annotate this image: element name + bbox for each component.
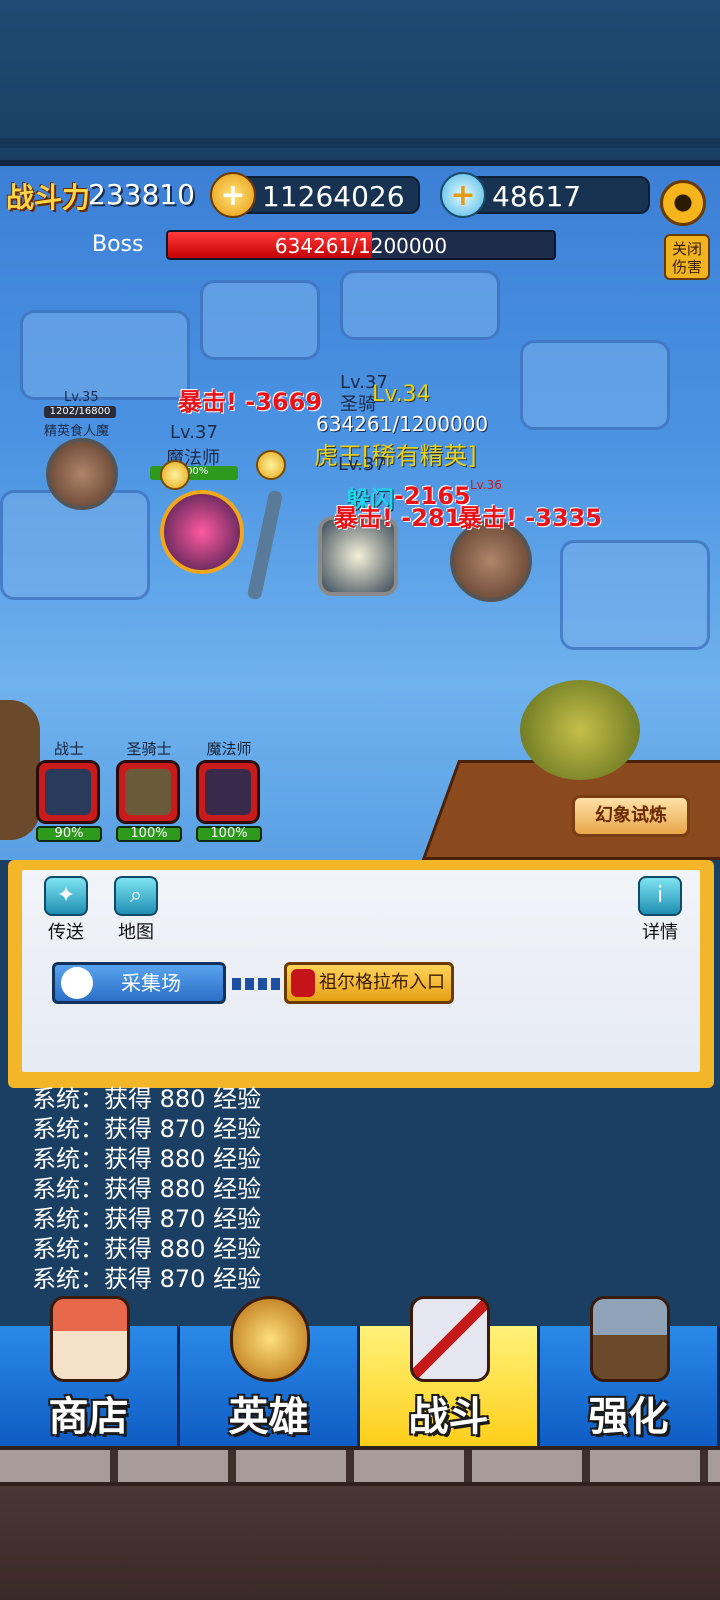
system-log: 系统：获得 880 经验 系统：获得 870 经验 系统：获得 880 经验 系…: [32, 1084, 432, 1294]
nav-upgrade[interactable]: 强化: [540, 1296, 720, 1446]
hero-hp: 90%: [36, 826, 102, 842]
current-location-node[interactable]: 采集场: [52, 962, 226, 1004]
crossed-swords-icon: [410, 1296, 490, 1382]
coin-icon: [160, 460, 190, 490]
boss-unit-hp: 634261/1200000: [316, 412, 489, 436]
demon-skull-icon: [291, 969, 315, 997]
boss-hp-text: 634261/1200000: [274, 234, 448, 258]
floor-tile: [520, 340, 670, 430]
info-icon: i: [638, 876, 682, 916]
floor-tile: [560, 540, 710, 650]
next-location-node[interactable]: 祖尔格拉布入口: [284, 962, 454, 1004]
nav-hero[interactable]: 英雄: [180, 1296, 360, 1446]
map-area: ✦ 传送 ⌕ 地图 i 详情 采集场 祖尔格拉布入口: [22, 870, 700, 1072]
mage-level: Lv.37: [170, 422, 218, 443]
hero-hp: 100%: [196, 826, 262, 842]
map-label: 地图: [118, 922, 154, 943]
hero-slot-mage[interactable]: 魔法师 100%: [196, 738, 262, 842]
enemy-left-hp: 1202/16800: [44, 406, 116, 418]
magnifier-icon: ⌕: [114, 876, 158, 916]
top-banner: [0, 0, 720, 160]
damage-text: 暴击! -3669: [178, 388, 323, 416]
damage-toggle-button[interactable]: 关闭伤害: [664, 234, 710, 280]
stone-border: [0, 1446, 720, 1486]
details-label: 详情: [642, 922, 678, 943]
shop-icon: [50, 1296, 130, 1382]
gem-value: 48617: [492, 180, 582, 213]
gem-plus-icon[interactable]: +: [440, 172, 486, 218]
gold-plus-icon[interactable]: +: [210, 172, 256, 218]
staff-icon: [246, 489, 284, 601]
hero-hp: 100%: [116, 826, 182, 842]
current-location-label: 采集场: [121, 971, 181, 995]
nav-label: 强化: [588, 1393, 669, 1440]
damage-text: 暴击! -3335: [458, 504, 603, 532]
enemy-left-level: Lv.35: [64, 390, 99, 405]
hero-name: 战士: [53, 740, 84, 758]
boss-hp-bar: 634261/1200000: [166, 230, 556, 260]
teleport-label: 传送: [48, 922, 84, 943]
floor-tile: [200, 280, 320, 360]
power-value: 233810: [88, 178, 195, 211]
enemy-left-name: 精英食人魔: [44, 424, 110, 439]
illusion-trial-button[interactable]: 幻象试炼: [572, 795, 690, 837]
gear-icon[interactable]: [660, 180, 706, 226]
gem-counter[interactable]: + 48617: [440, 172, 650, 218]
cactus-bush: [520, 680, 640, 780]
floor-tile: [20, 310, 190, 400]
rock-edge: [0, 700, 40, 840]
map-button[interactable]: ⌕ 地图: [110, 876, 162, 944]
mage-unit[interactable]: [160, 490, 244, 574]
hero-name: 圣骑士: [126, 740, 172, 758]
damage-text: 暴击! -281: [334, 504, 462, 532]
nav-label: 英雄: [228, 1393, 309, 1440]
boss-unit-level: Lv.34: [372, 382, 431, 407]
nav-battle[interactable]: 战斗: [360, 1296, 540, 1446]
battle-scene: 战斗力 233810 + 11264026 + 48617 Boss 63426…: [0, 160, 720, 860]
damage-toggle-label: 关闭伤害: [671, 240, 702, 276]
battle-frame-top: [0, 160, 720, 166]
hero-name: 魔法师: [206, 740, 252, 758]
next-location-label: 祖尔格拉布入口: [319, 972, 445, 993]
warrior-level: Lv.37: [338, 454, 386, 475]
gold-counter[interactable]: + 11264026: [210, 172, 420, 218]
enemy-ogre-portrait[interactable]: [46, 438, 118, 510]
details-button[interactable]: i 详情: [634, 876, 686, 944]
enemy-right-level: Lv.36: [470, 478, 502, 492]
path-dots: [232, 978, 284, 990]
hammer-icon: [590, 1296, 670, 1382]
nav-shop[interactable]: 商店: [0, 1296, 180, 1446]
nav-label: 商店: [48, 1393, 129, 1440]
tree-icon: [61, 967, 93, 999]
log-line: 系统：获得 880 经验: [32, 1085, 262, 1113]
log-line: 系统：获得 870 经验: [32, 1265, 262, 1293]
boss-label: Boss: [92, 232, 144, 257]
log-line: 系统：获得 870 经验: [32, 1205, 262, 1233]
power-label: 战斗力: [6, 181, 91, 214]
hero-slot-paladin[interactable]: 圣骑士 100%: [116, 738, 182, 842]
log-line: 系统：获得 880 经验: [32, 1145, 262, 1173]
gold-value: 11264026: [262, 180, 405, 213]
nav-label: 战斗: [408, 1393, 489, 1440]
hero-card[interactable]: [36, 760, 100, 824]
log-line: 系统：获得 880 经验: [32, 1235, 262, 1263]
hero-card[interactable]: [116, 760, 180, 824]
log-line: 系统：获得 880 经验: [32, 1175, 262, 1203]
wolf-icon: ✦: [44, 876, 88, 916]
map-panel: ✦ 传送 ⌕ 地图 i 详情 采集场 祖尔格拉布入口: [8, 860, 714, 1088]
log-line: 系统：获得 870 经验: [32, 1115, 262, 1143]
teleport-button[interactable]: ✦ 传送: [40, 876, 92, 944]
hero-slot-warrior[interactable]: 战士 90%: [36, 738, 102, 842]
resource-bar: 战斗力 233810 + 11264026 + 48617: [0, 170, 720, 226]
hero-helmet-icon: [230, 1296, 310, 1382]
bottom-nav: 商店 英雄 战斗 强化: [0, 1296, 720, 1446]
coin-icon: [256, 450, 286, 480]
ground-strip: [0, 1486, 720, 1600]
floor-tile: [340, 270, 500, 340]
hero-card[interactable]: [196, 760, 260, 824]
